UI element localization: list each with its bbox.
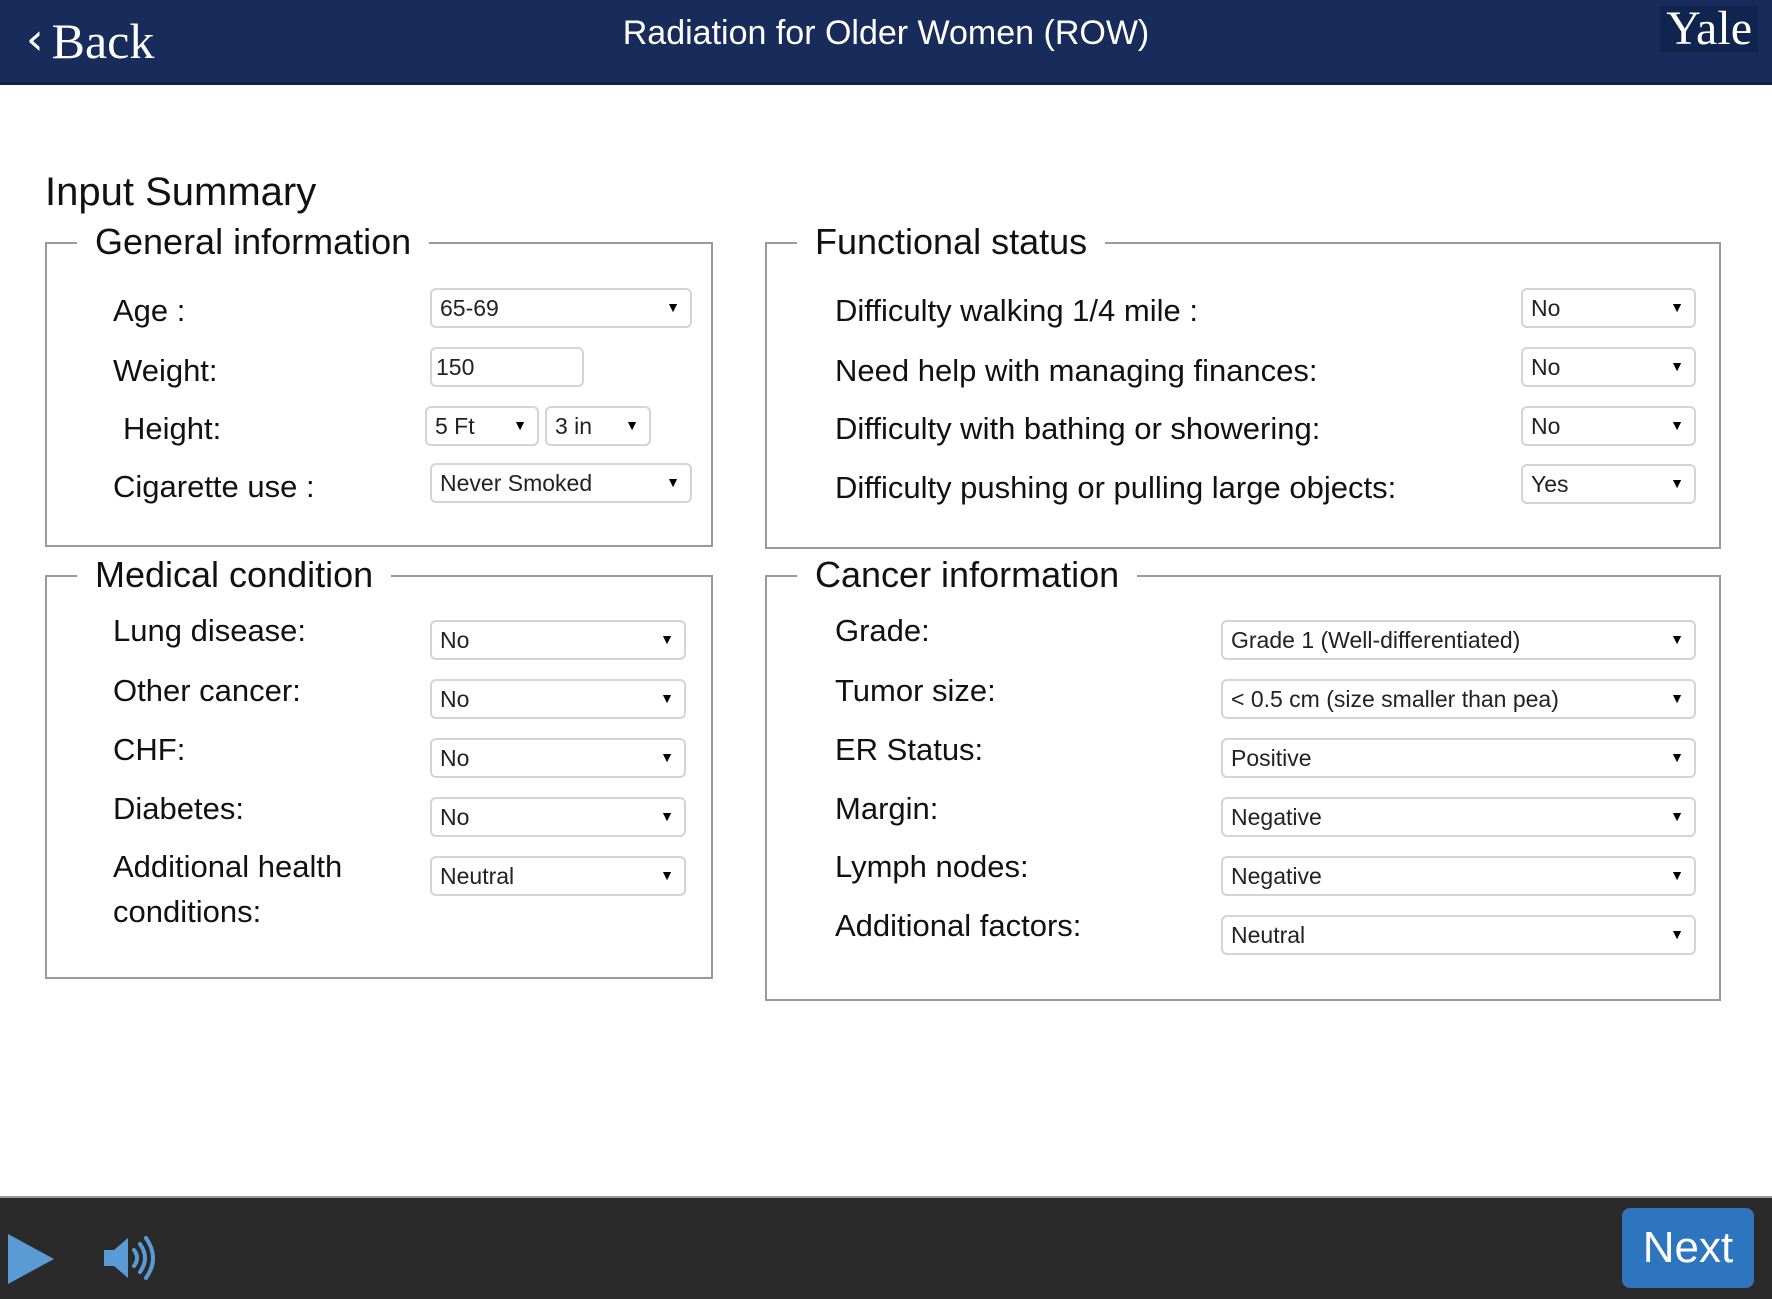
volume-icon[interactable] <box>100 1228 160 1288</box>
cancer-information-label: ER Status: <box>835 732 984 767</box>
select-value: No <box>440 803 470 830</box>
medical-condition-label: Additional health <box>113 849 343 884</box>
functional-status-label: Difficulty walking 1/4 mile : <box>835 293 1198 328</box>
chevron-down-icon: ▼ <box>666 474 680 490</box>
select-value: Neutral <box>1231 921 1306 948</box>
height-inches-select[interactable]: 3 in ▼ <box>545 406 651 446</box>
medical-condition-select[interactable]: No ▼ <box>430 679 686 719</box>
age-label: Age : <box>113 293 186 328</box>
functional-status-label: Need help with managing finances: <box>835 353 1318 388</box>
weight-label: Weight: <box>113 353 218 388</box>
chevron-down-icon: ▼ <box>625 417 639 433</box>
cancer-information-select[interactable]: Positive ▼ <box>1221 738 1696 778</box>
chevron-down-icon: ▼ <box>660 808 674 824</box>
height-label: Height: <box>123 411 222 446</box>
cancer-information-label: Margin: <box>835 791 939 826</box>
select-value: Neutral <box>440 862 515 889</box>
height-inches-value: 3 in <box>555 412 593 439</box>
chevron-down-icon: ▼ <box>1670 926 1684 942</box>
next-button[interactable]: Next <box>1622 1208 1754 1288</box>
medical-condition-label: CHF: <box>113 732 186 767</box>
chevron-down-icon: ▼ <box>660 631 674 647</box>
height-feet-select[interactable]: 5 Ft ▼ <box>425 406 539 446</box>
functional-status-label: Difficulty pushing or pulling large obje… <box>835 470 1397 505</box>
select-value: Negative <box>1231 803 1322 830</box>
yale-logo: Yale <box>1660 5 1758 53</box>
functional-status-select[interactable]: No ▼ <box>1521 406 1696 446</box>
select-value: No <box>440 626 470 653</box>
cancer-information-label: Lymph nodes: <box>835 849 1029 884</box>
select-value: < 0.5 cm (size smaller than pea) <box>1231 685 1559 712</box>
select-value: Grade 1 (Well-differentiated) <box>1231 626 1521 653</box>
cigarette-use-label: Cigarette use : <box>113 469 315 504</box>
medical-condition-label: Diabetes: <box>113 791 244 826</box>
chevron-down-icon: ▼ <box>513 417 527 433</box>
cigarette-use-value: Never Smoked <box>440 469 593 496</box>
select-value: Positive <box>1231 744 1312 771</box>
select-value: No <box>440 744 470 771</box>
chevron-down-icon: ▼ <box>1670 299 1684 315</box>
chevron-down-icon: ▼ <box>1670 867 1684 883</box>
chevron-down-icon: ▼ <box>666 299 680 315</box>
select-value: No <box>1531 412 1561 439</box>
chevron-down-icon: ▼ <box>660 749 674 765</box>
select-value: No <box>1531 294 1561 321</box>
medical-condition-select[interactable]: No ▼ <box>430 797 686 837</box>
medical-condition-legend: Medical condition <box>77 553 392 597</box>
chevron-down-icon: ▼ <box>1670 358 1684 374</box>
age-select[interactable]: 65-69 ▼ <box>430 288 692 328</box>
app-title: Radiation for Older Women (ROW) <box>622 14 1150 52</box>
chevron-down-icon: ▼ <box>1670 417 1684 433</box>
functional-status-legend: Functional status <box>797 220 1106 264</box>
cancer-information-legend: Cancer information <box>797 553 1138 597</box>
select-value: Yes <box>1531 470 1569 497</box>
chevron-down-icon: ▼ <box>1670 749 1684 765</box>
functional-status-select[interactable]: No ▼ <box>1521 347 1696 387</box>
cancer-information-select[interactable]: Grade 1 (Well-differentiated) ▼ <box>1221 620 1696 660</box>
chevron-down-icon: ▼ <box>1670 690 1684 706</box>
select-value: No <box>440 685 470 712</box>
cancer-information-select[interactable]: Negative ▼ <box>1221 856 1696 896</box>
cancer-information-select[interactable]: Neutral ▼ <box>1221 915 1696 955</box>
chevron-down-icon: ▼ <box>1670 631 1684 647</box>
medical-condition-select[interactable]: Neutral ▼ <box>430 856 686 896</box>
cigarette-use-select[interactable]: Never Smoked ▼ <box>430 463 692 503</box>
height-feet-value: 5 Ft <box>435 412 475 439</box>
general-information-group: General information Age : 65-69 ▼ Weight… <box>45 220 713 547</box>
medical-condition-label: Other cancer: <box>113 673 301 708</box>
page-title: Input Summary <box>45 170 317 214</box>
select-value: No <box>1531 353 1561 380</box>
general-information-legend: General information <box>77 220 430 264</box>
functional-status-select[interactable]: No ▼ <box>1521 288 1696 328</box>
cancer-information-select[interactable]: Negative ▼ <box>1221 797 1696 837</box>
chevron-down-icon: ▼ <box>1670 808 1684 824</box>
medical-condition-select[interactable]: No ▼ <box>430 738 686 778</box>
play-icon[interactable] <box>8 1234 54 1284</box>
cancer-information-label: Additional factors: <box>835 908 1082 943</box>
chevron-down-icon: ▼ <box>660 690 674 706</box>
cancer-information-select[interactable]: < 0.5 cm (size smaller than pea) ▼ <box>1221 679 1696 719</box>
medical-condition-label: Lung disease: <box>113 613 307 648</box>
footer-bar: Next <box>0 1196 1772 1299</box>
chevron-down-icon: ▼ <box>1670 475 1684 491</box>
medical-condition-group: Medical condition Lung disease: No ▼ Oth… <box>45 553 713 979</box>
functional-status-group: Functional status Difficulty walking 1/4… <box>765 220 1721 549</box>
medical-condition-label-line2: conditions: <box>113 894 262 929</box>
header-bar: ‹ Back Radiation for Older Women (ROW) Y… <box>0 0 1772 85</box>
select-value: Negative <box>1231 862 1322 889</box>
chevron-down-icon: ▼ <box>660 867 674 883</box>
weight-input[interactable]: 150 <box>430 347 584 387</box>
cancer-information-group: Cancer information Grade: Grade 1 (Well-… <box>765 553 1721 1001</box>
functional-status-label: Difficulty with bathing or showering: <box>835 411 1321 446</box>
cancer-information-label: Grade: <box>835 613 930 648</box>
functional-status-select[interactable]: Yes ▼ <box>1521 464 1696 504</box>
medical-condition-select[interactable]: No ▼ <box>430 620 686 660</box>
age-value: 65-69 <box>440 294 499 321</box>
cancer-information-label: Tumor size: <box>835 673 996 708</box>
